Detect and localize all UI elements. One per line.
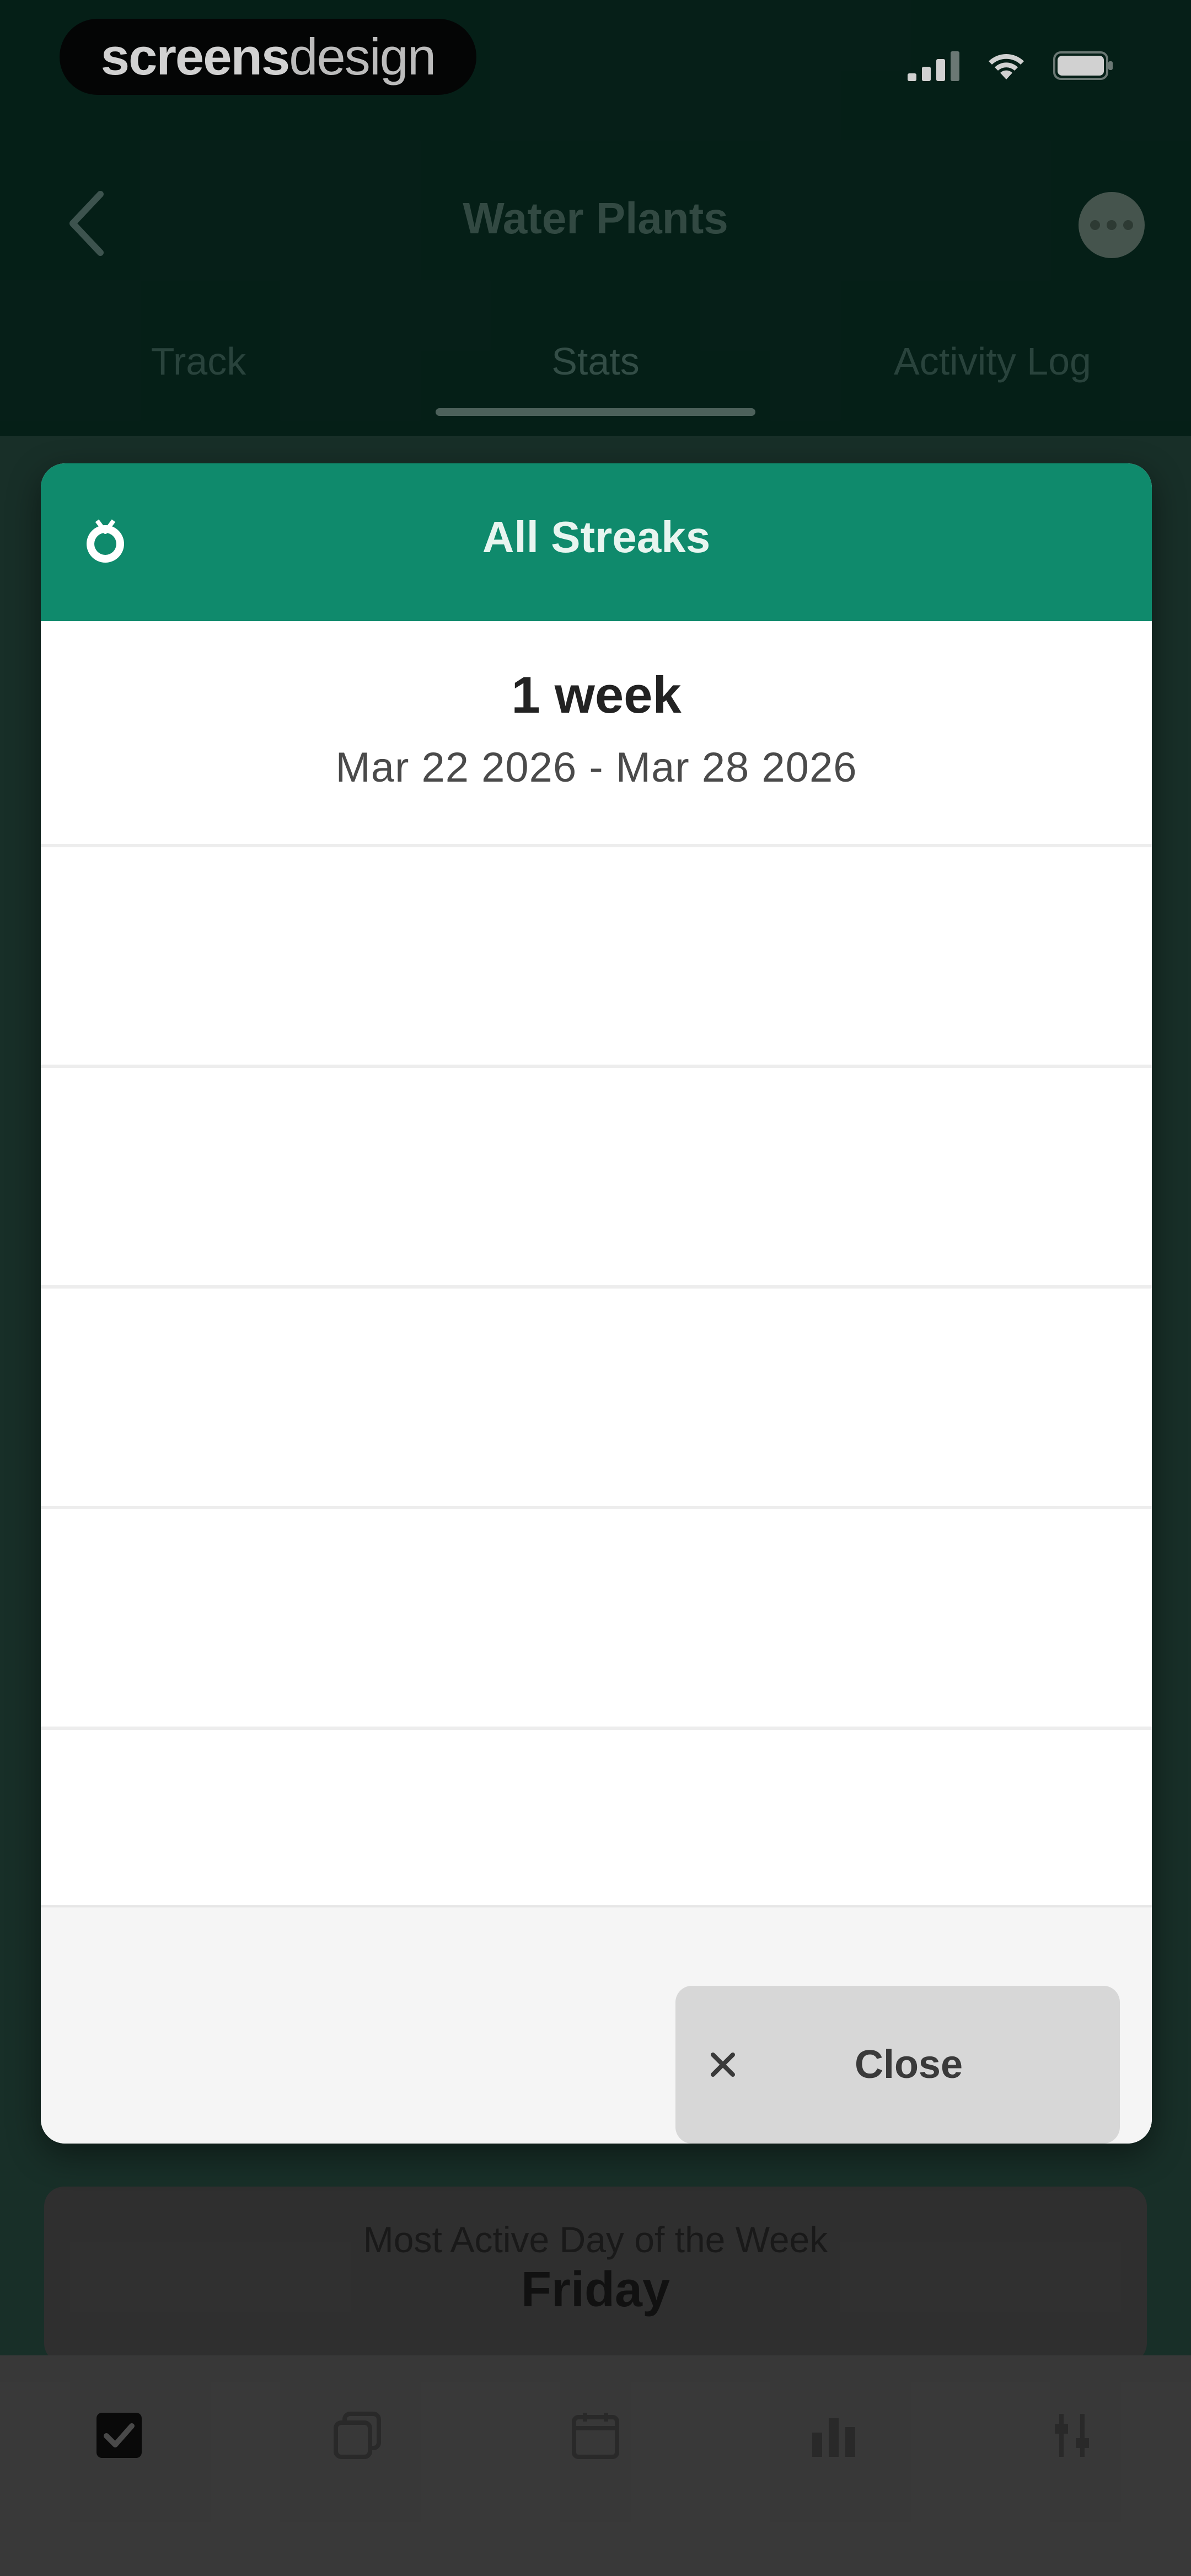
streak-row: 1 week Mar 22 2026 - Mar 28 2026: [41, 621, 1152, 847]
streak-date-range: Mar 22 2026 - Mar 28 2026: [335, 744, 857, 791]
close-button[interactable]: Close: [675, 1986, 1120, 2144]
app-screen: screensdesign Water Plants Track Stats A…: [0, 0, 1191, 2576]
modal-footer: Close: [41, 1953, 1152, 2144]
all-streaks-modal: All Streaks 1 week Mar 22 2026 - Mar 28 …: [41, 463, 1152, 2144]
streak-row-empty: [41, 1068, 1152, 1289]
streak-row-empty: [41, 847, 1152, 1068]
streak-row-empty: [41, 1509, 1152, 1730]
streak-row-empty: [41, 1730, 1152, 1907]
close-button-label: Close: [854, 2043, 963, 2087]
modal-title: All Streaks: [482, 512, 711, 562]
streak-duration: 1 week: [511, 666, 682, 724]
streaks-list: 1 week Mar 22 2026 - Mar 28 2026: [41, 621, 1152, 1907]
streak-row-empty: [41, 1289, 1152, 1509]
modal-header: All Streaks: [41, 463, 1152, 621]
